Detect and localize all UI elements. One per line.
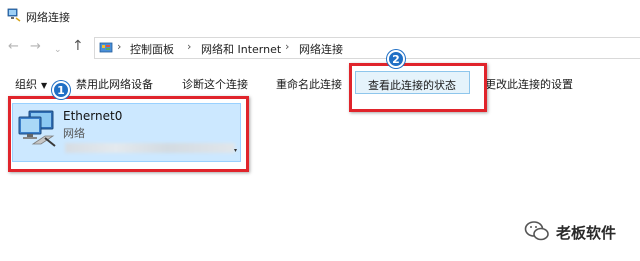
breadcrumb-network-connections[interactable]: 网络连接 [299,41,343,57]
breadcrumb-separator: › [285,40,290,53]
highlight-box-connection [8,96,249,172]
organize-label: 组织 [15,78,37,91]
disable-device-button[interactable]: 禁用此网络设备 [76,76,153,92]
command-bar: 组织 ▼ 禁用此网络设备 诊断这个连接 重命名此连接 查看此连接的状态 更改此连接… [0,70,640,96]
step-badge-1: 1 [52,81,70,99]
highlight-box-status-button [349,63,487,112]
breadcrumb-network-internet[interactable]: 网络和 Internet [201,41,281,57]
rename-connection-button[interactable]: 重命名此连接 [276,76,342,92]
diagnose-connection-button[interactable]: 诊断这个连接 [182,76,248,92]
forward-arrow-icon[interactable]: → [30,40,41,54]
change-settings-button[interactable]: 更改此连接的设置 [485,76,573,92]
watermark-text: 老板软件 [556,224,617,242]
breadcrumb-control-panel[interactable]: 控制面板 [130,41,174,57]
step-badge-2: 2 [387,50,405,68]
window-title: 网络连接 [26,11,70,24]
chevron-down-icon: ▼ [41,81,48,90]
breadcrumb-separator: › [117,40,122,53]
breadcrumb-separator: › [187,40,192,53]
organize-button[interactable]: 组织 ▼ [15,76,47,92]
control-panel-icon [99,42,113,53]
up-arrow-icon[interactable]: ↑ [72,39,84,53]
network-connections-icon [7,8,21,22]
back-arrow-icon[interactable]: ← [8,40,19,54]
wechat-icon [524,221,549,241]
navigation-bar: ← → ⌄ ↑ › 控制面板 › 网络和 Internet › 网络连接 [0,34,640,62]
title-bar: 网络连接 [0,0,640,34]
recent-locations-icon[interactable]: ⌄ [54,43,62,57]
address-bar[interactable]: › 控制面板 › 网络和 Internet › 网络连接 [94,37,640,59]
